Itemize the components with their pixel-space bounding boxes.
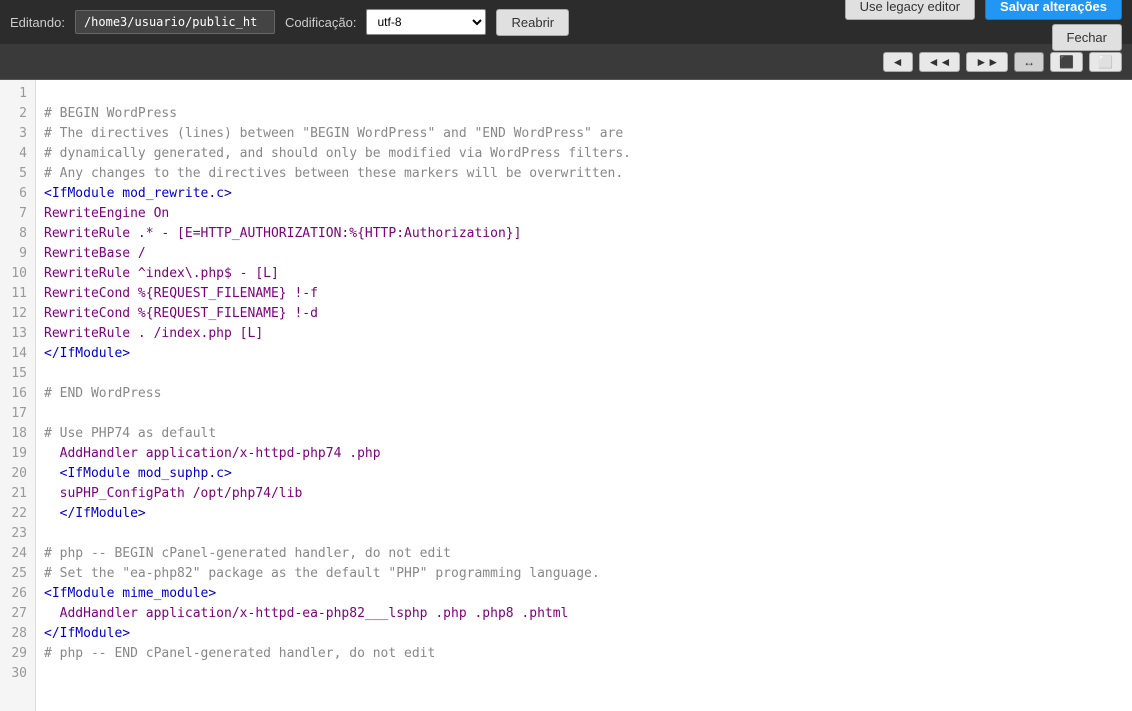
- line-number: 13: [0, 324, 35, 344]
- line-number: 22: [0, 504, 35, 524]
- toolbar2-arrow-btn[interactable]: ↔: [1014, 52, 1044, 72]
- line-number: 3: [0, 124, 35, 144]
- code-line: RewriteBase /: [44, 244, 1124, 264]
- codificacao-label: Codificação:: [285, 15, 357, 30]
- code-line: RewriteRule .* - [E=HTTP_AUTHORIZATION:%…: [44, 224, 1124, 244]
- line-number: 27: [0, 604, 35, 624]
- code-line: [44, 664, 1124, 684]
- line-number: 5: [0, 164, 35, 184]
- code-line: RewriteRule ^index\.php$ - [L]: [44, 264, 1124, 284]
- code-line: [44, 84, 1124, 104]
- fechar-button[interactable]: Fechar: [1052, 24, 1122, 51]
- line-number: 12: [0, 304, 35, 324]
- code-line: # Set the "ea-php82" package as the defa…: [44, 564, 1124, 584]
- toolbar-right-group: Use legacy editor Salvar alterações Fech…: [845, 0, 1122, 51]
- toolbar-row1: Use legacy editor Salvar alterações: [845, 0, 1122, 20]
- line-number: 1: [0, 84, 35, 104]
- code-line: # dynamically generated, and should only…: [44, 144, 1124, 164]
- salvar-button[interactable]: Salvar alterações: [985, 0, 1122, 20]
- toolbar2-btn4[interactable]: ⬛: [1050, 52, 1083, 72]
- code-line: [44, 524, 1124, 544]
- code-line: # php -- BEGIN cPanel-generated handler,…: [44, 544, 1124, 564]
- code-line: <IfModule mod_suphp.c>: [44, 464, 1124, 484]
- line-number: 17: [0, 404, 35, 424]
- code-line: RewriteCond %{REQUEST_FILENAME} !-f: [44, 284, 1124, 304]
- toolbar2-btn2[interactable]: ◄◄: [919, 52, 961, 72]
- code-line: # Any changes to the directives between …: [44, 164, 1124, 184]
- line-number: 2: [0, 104, 35, 124]
- code-line: </IfModule>: [44, 344, 1124, 364]
- code-line: suPHP_ConfigPath /opt/php74/lib: [44, 484, 1124, 504]
- code-line: # Use PHP74 as default: [44, 424, 1124, 444]
- line-numbers: 1234567891011121314151617181920212223242…: [0, 80, 36, 711]
- encoding-select[interactable]: utf-8: [366, 9, 486, 35]
- editor-container: 1234567891011121314151617181920212223242…: [0, 80, 1132, 711]
- line-number: 23: [0, 524, 35, 544]
- line-number: 30: [0, 664, 35, 684]
- toolbar2-btn1[interactable]: ◄: [883, 52, 913, 72]
- line-number: 8: [0, 224, 35, 244]
- line-number: 4: [0, 144, 35, 164]
- reabrir-button[interactable]: Reabrir: [496, 9, 569, 36]
- code-line: RewriteRule . /index.php [L]: [44, 324, 1124, 344]
- code-line: [44, 404, 1124, 424]
- line-number: 25: [0, 564, 35, 584]
- code-line: RewriteEngine On: [44, 204, 1124, 224]
- filepath-input[interactable]: [75, 10, 275, 34]
- code-line: AddHandler application/x-httpd-ea-php82_…: [44, 604, 1124, 624]
- toolbar-row2: Fechar: [1052, 24, 1122, 51]
- line-number: 10: [0, 264, 35, 284]
- code-area[interactable]: # BEGIN WordPress# The directives (lines…: [36, 80, 1132, 711]
- code-line: <IfModule mime_module>: [44, 584, 1124, 604]
- editando-label: Editando:: [10, 15, 65, 30]
- line-number: 21: [0, 484, 35, 504]
- line-number: 18: [0, 424, 35, 444]
- code-line: # The directives (lines) between "BEGIN …: [44, 124, 1124, 144]
- code-line: <IfModule mod_rewrite.c>: [44, 184, 1124, 204]
- line-number: 24: [0, 544, 35, 564]
- line-number: 6: [0, 184, 35, 204]
- line-number: 26: [0, 584, 35, 604]
- code-line: </IfModule>: [44, 624, 1124, 644]
- toolbar2-btn5[interactable]: ⬜: [1089, 52, 1122, 72]
- code-line: # BEGIN WordPress: [44, 104, 1124, 124]
- line-number: 20: [0, 464, 35, 484]
- code-line: AddHandler application/x-httpd-php74 .ph…: [44, 444, 1124, 464]
- toolbar2-btn3[interactable]: ►►: [966, 52, 1008, 72]
- code-line: RewriteCond %{REQUEST_FILENAME} !-d: [44, 304, 1124, 324]
- line-number: 14: [0, 344, 35, 364]
- code-line: # END WordPress: [44, 384, 1124, 404]
- line-number: 11: [0, 284, 35, 304]
- line-number: 7: [0, 204, 35, 224]
- legacy-editor-button[interactable]: Use legacy editor: [845, 0, 975, 20]
- line-number: 9: [0, 244, 35, 264]
- line-number: 16: [0, 384, 35, 404]
- code-line: [44, 364, 1124, 384]
- main-toolbar: Editando: Codificação: utf-8 Reabrir Use…: [0, 0, 1132, 44]
- code-line: # php -- END cPanel-generated handler, d…: [44, 644, 1124, 664]
- line-number: 15: [0, 364, 35, 384]
- line-number: 29: [0, 644, 35, 664]
- line-number: 19: [0, 444, 35, 464]
- code-line: </IfModule>: [44, 504, 1124, 524]
- line-number: 28: [0, 624, 35, 644]
